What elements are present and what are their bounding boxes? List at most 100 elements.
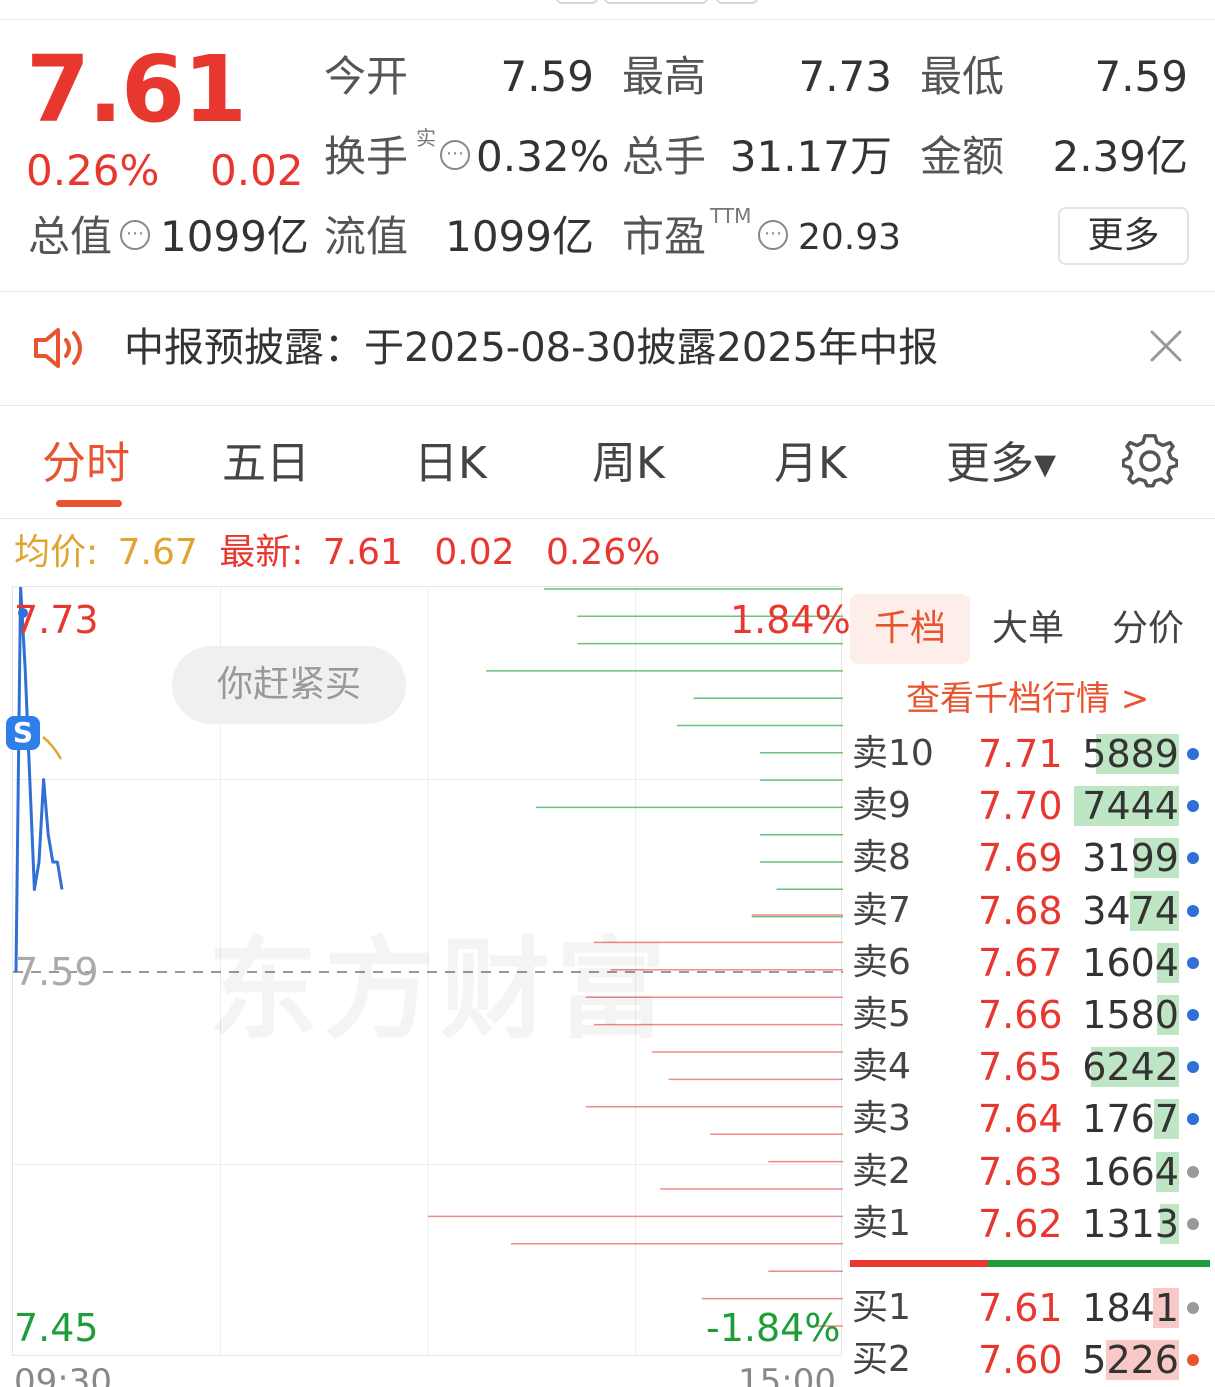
float-label: 流值: [324, 212, 409, 261]
level-volume: 5226: [1082, 1338, 1179, 1382]
avg-label: 均价:: [14, 532, 99, 573]
last-price: 7.61: [26, 36, 247, 143]
chart-top-pct: 1.84%: [730, 598, 851, 642]
ask-row[interactable]: 卖9 7.70 7444: [850, 780, 1215, 832]
level-dot-icon: [1187, 956, 1199, 969]
avg-price-line: [42, 736, 63, 760]
change-amount: 0.02: [210, 146, 304, 195]
ask-pill[interactable]: 你赶紧买: [172, 646, 406, 724]
level-volume: 1841: [1082, 1286, 1179, 1330]
level-dot-icon: [1187, 1302, 1199, 1314]
bid-row[interactable]: 买1 7.61 1841: [850, 1282, 1215, 1334]
latest-label: 最新:: [219, 532, 304, 573]
mktcap-label: 总值: [28, 212, 113, 261]
tab-weekly-k[interactable]: 周K: [592, 436, 665, 492]
level-dot-icon: [1187, 1113, 1199, 1126]
chart-start-time: 09:30: [14, 1362, 112, 1387]
level-label: 卖9: [852, 785, 911, 827]
level-volume: 3474: [1082, 888, 1179, 933]
ask-row[interactable]: 卖5 7.66 1580: [850, 989, 1215, 1041]
level-volume: 6242: [1082, 1045, 1179, 1090]
amount-value: 2.39亿: [1052, 132, 1188, 181]
ask-row[interactable]: 卖7 7.68 3474: [850, 885, 1215, 937]
level-price: 7.60: [978, 1338, 1063, 1382]
ask-row[interactable]: 卖4 7.65 6242: [850, 1041, 1215, 1093]
level-volume: 1313: [1082, 1201, 1179, 1246]
top-handle-mid: [604, 0, 708, 4]
turnover-info-icon[interactable]: ⋯: [440, 140, 470, 170]
buy-split-bar: [850, 1260, 989, 1267]
ask-row[interactable]: 卖2 7.63 1664: [850, 1146, 1215, 1198]
level-dot-icon: [1187, 1061, 1199, 1074]
level-dot-icon: [1187, 800, 1199, 813]
ask-row[interactable]: 卖10 7.71 5889: [850, 728, 1215, 780]
tab-more[interactable]: 更多▾: [946, 436, 1056, 492]
view-depth-link[interactable]: 查看千档行情 >: [906, 676, 1149, 722]
notice-text[interactable]: 中报预披露：于2025-08-30披露2025年中报: [124, 322, 938, 374]
tab-big-orders[interactable]: 大单: [972, 594, 1084, 664]
ask-row[interactable]: 卖6 7.67 1604: [850, 937, 1215, 989]
latest-change: 0.02: [434, 532, 515, 573]
level-label: 卖7: [852, 889, 911, 931]
pe-label: 市盈: [622, 212, 707, 261]
level-volume: 1580: [1082, 993, 1179, 1037]
tab-daily-k[interactable]: 日K: [414, 436, 487, 492]
tab-price-distribution[interactable]: 分价: [1092, 594, 1204, 664]
level-price: 7.66: [978, 993, 1063, 1037]
level-label: 买1: [852, 1287, 911, 1328]
level-label: 卖5: [852, 994, 911, 1035]
level-volume: 1767: [1082, 1097, 1179, 1142]
level-price: 7.67: [978, 940, 1063, 985]
level-dot-icon: [1187, 748, 1199, 760]
turnover-value: 0.32%: [476, 132, 610, 181]
level-price: 7.61: [978, 1286, 1063, 1330]
level-dot-icon: [1187, 1354, 1199, 1366]
level-label: 买2: [852, 1339, 911, 1380]
tab-five-day[interactable]: 五日: [222, 436, 310, 492]
ask-row[interactable]: 卖8 7.69 3199: [850, 832, 1215, 884]
level-price: 7.62: [978, 1201, 1063, 1246]
level-price: 7.69: [978, 836, 1063, 881]
ask-row[interactable]: 卖1 7.62 1313: [850, 1198, 1215, 1250]
tab-intraday[interactable]: 分时: [42, 436, 130, 492]
level-volume: 7444: [1082, 784, 1179, 829]
gear-icon[interactable]: [1121, 434, 1179, 490]
change-percent: 0.26%: [26, 146, 160, 195]
volume-label: 总手: [622, 132, 707, 181]
chart-mid-price: 7.59: [14, 950, 99, 994]
divider: [0, 405, 1215, 406]
ask-row[interactable]: 卖3 7.64 1767: [850, 1093, 1215, 1145]
low-value: 7.59: [1094, 52, 1188, 101]
high-label: 最高: [622, 52, 707, 101]
level-label: 卖10: [852, 733, 934, 774]
s-badge-icon[interactable]: S: [6, 716, 40, 750]
tab-order-book[interactable]: 千档: [850, 594, 970, 664]
mktcap-info-icon[interactable]: ⋯: [120, 220, 150, 250]
close-icon[interactable]: [1146, 326, 1186, 366]
chart-end-time: 15:00: [738, 1362, 836, 1387]
high-value: 7.73: [798, 52, 892, 101]
pe-info-icon[interactable]: ⋯: [758, 220, 788, 250]
volume-value: 31.17万: [729, 132, 892, 181]
level-dot-icon: [1187, 852, 1199, 865]
divider: [0, 291, 1215, 292]
turnover-label: 换手: [324, 132, 409, 181]
level-dot-icon: [1187, 1009, 1199, 1021]
level-volume: 3199: [1082, 836, 1179, 881]
level-dot-icon: [1187, 1165, 1199, 1178]
bid-row[interactable]: 买2 7.60 5226: [850, 1334, 1215, 1386]
level-label: 卖8: [852, 837, 911, 879]
chart-top-price: 7.73: [14, 598, 99, 642]
pe-sup: TTM: [710, 204, 752, 228]
level-label: 卖6: [852, 941, 911, 983]
open-value: 7.59: [500, 52, 594, 101]
chart-bottom-price: 7.45: [14, 1306, 99, 1350]
more-quote-button[interactable]: 更多: [1058, 207, 1189, 265]
divider: [0, 518, 1215, 519]
level-price: 7.64: [978, 1097, 1063, 1142]
tab-active-indicator: [56, 500, 122, 507]
level-price: 7.68: [978, 888, 1063, 933]
speaker-icon: [32, 324, 88, 372]
turnover-sup: 实: [416, 126, 436, 150]
tab-monthly-k[interactable]: 月K: [774, 436, 847, 492]
